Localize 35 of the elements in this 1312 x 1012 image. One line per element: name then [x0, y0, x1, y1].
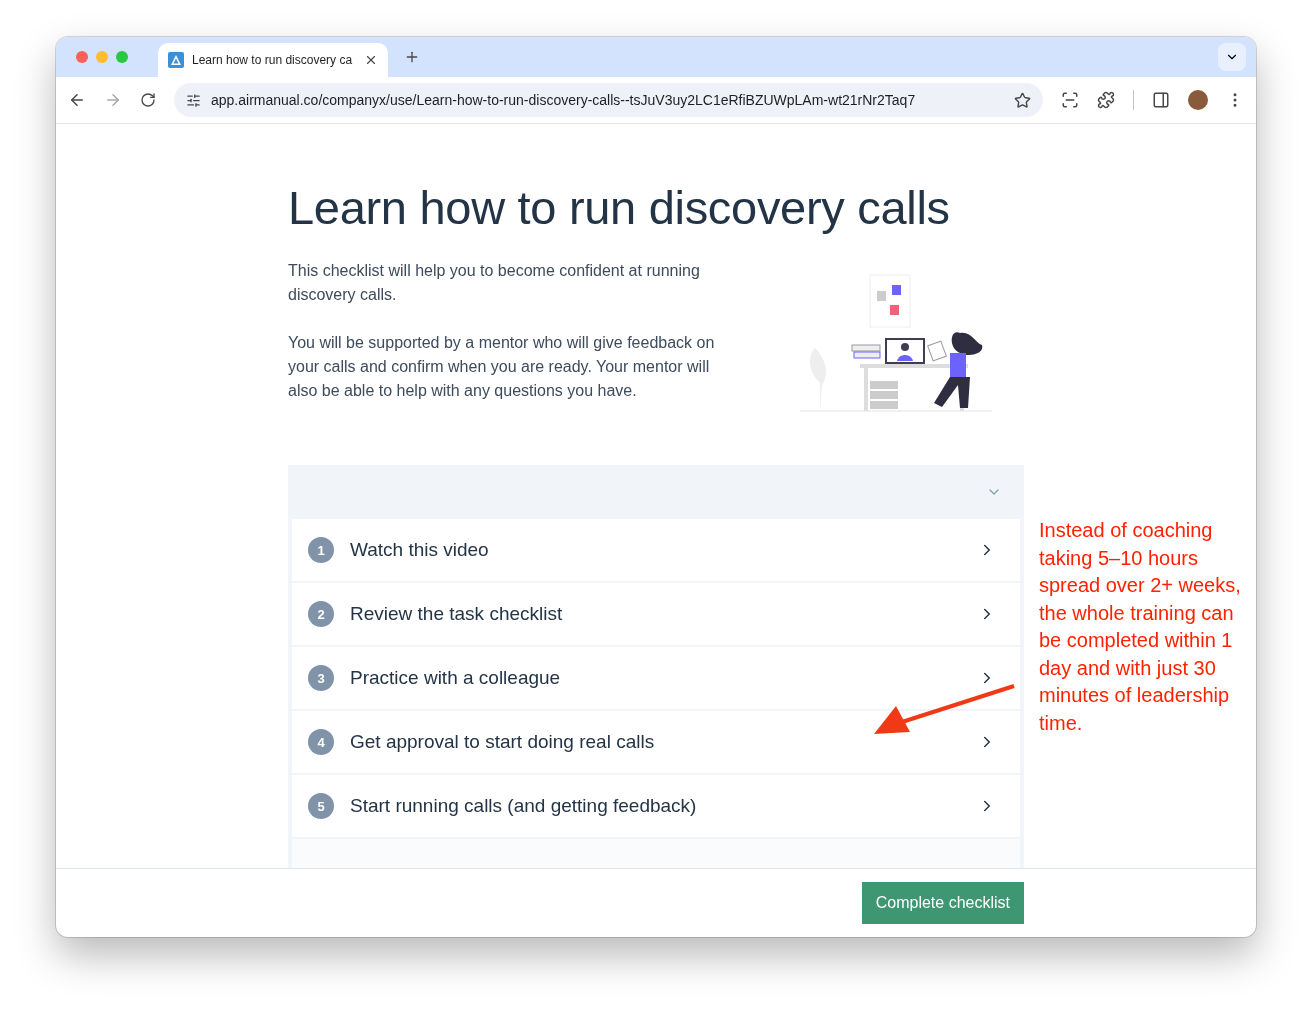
step-number: 2 — [308, 601, 334, 627]
checklist-item[interactable]: 2 Review the task checklist — [292, 583, 1020, 645]
screenshot-icon[interactable] — [1061, 91, 1079, 109]
step-label: Get approval to start doing real calls — [350, 731, 656, 753]
site-settings-icon[interactable] — [186, 92, 201, 108]
annotation-text: Instead of coaching taking 5–10 hours spread over 2+ weeks, the whole training can be completed within 1 day and with just 30 minutes of leadership time. — [1039, 518, 1242, 736]
intro-paragraph: This checklist will help you to become confident at running discovery calls. — [288, 261, 701, 305]
browser-tab[interactable]: Learn how to run discovery ca — [158, 43, 388, 77]
step-number: 4 — [308, 729, 334, 755]
step-label: Review the task checklist — [350, 603, 564, 625]
side-panel-icon[interactable] — [1152, 91, 1170, 109]
bookmark-star-icon[interactable] — [1014, 91, 1031, 109]
checklist-item[interactable]: 3 Practice with a colleague — [292, 647, 1020, 709]
profile-avatar[interactable] — [1188, 90, 1208, 110]
step-label: Practice with a colleague — [350, 667, 562, 689]
checklist-item[interactable]: 4 Get approval to start doing real calls — [292, 711, 1020, 773]
page-title: Learn how to run discovery calls — [288, 180, 951, 235]
step-number: 1 — [308, 537, 334, 563]
checklist-item[interactable]: 5 Start running calls (and getting feedback) — [292, 775, 1020, 837]
checklist-item[interactable]: 1 Watch this video — [292, 519, 1020, 581]
new-tab-icon[interactable] — [404, 49, 420, 65]
tab-title: Learn how to run discovery ca — [192, 53, 354, 67]
back-icon[interactable] — [68, 91, 86, 109]
step-label: Start running calls (and getting feedback) — [350, 795, 698, 817]
intro-paragraph: You will be supported by a mentor who will give feedback on your calls and confirm when you are ready. Your mentor will also be able to help with any questions you have. — [288, 333, 716, 401]
close-tab-icon[interactable] — [364, 53, 378, 67]
url-text: app.airmanual.co/companyx/use/Learn-how-to-run-discovery-calls--tsJuV3uy2LC1eRfiBZUWpLAm-wt21rNr2Taq7 — [211, 92, 917, 108]
step-label: Watch this video — [350, 539, 490, 561]
reload-icon[interactable] — [140, 92, 156, 108]
step-number: 5 — [308, 793, 334, 819]
complete-checklist-button[interactable]: Complete checklist — [861, 882, 1024, 924]
step-number: 3 — [308, 665, 334, 691]
address-bar[interactable]: app.airmanual.co/companyx/use/Learn-how-to-run-discovery-calls--tsJuV3uy2LC1eRfiBZUWpLAm-wt21rNr2Taq7 — [174, 83, 1043, 117]
extensions-icon[interactable] — [1097, 91, 1115, 109]
logo-icon — [168, 52, 184, 68]
